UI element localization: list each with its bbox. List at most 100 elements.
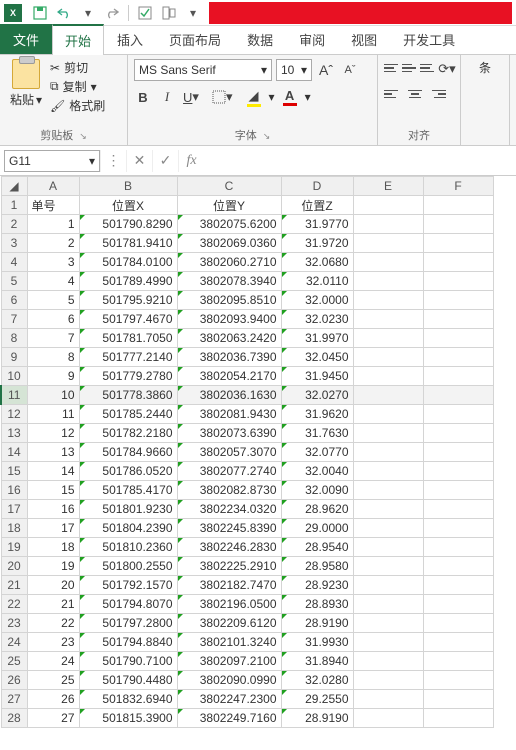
cell[interactable]: 501797.4670: [79, 310, 177, 329]
row-header[interactable]: 2: [1, 215, 27, 234]
underline-button[interactable]: U▾: [182, 87, 200, 107]
cell[interactable]: [353, 329, 423, 348]
select-all-corner[interactable]: ◢: [1, 177, 27, 196]
row-header[interactable]: 7: [1, 310, 27, 329]
cell[interactable]: 3802225.2910: [177, 557, 281, 576]
cell[interactable]: [353, 557, 423, 576]
format-painter-button[interactable]: 🖌格式刷: [50, 97, 105, 114]
bold-button[interactable]: B: [134, 87, 152, 107]
tab-developer[interactable]: 开发工具: [390, 24, 468, 54]
cell[interactable]: [423, 481, 493, 500]
cell[interactable]: 3802182.7470: [177, 576, 281, 595]
row-header[interactable]: 26: [1, 671, 27, 690]
cell[interactable]: 7: [27, 329, 79, 348]
cell[interactable]: 12: [27, 424, 79, 443]
cell[interactable]: 14: [27, 462, 79, 481]
row-header[interactable]: 6: [1, 291, 27, 310]
cell[interactable]: 31.9720: [281, 234, 353, 253]
row-header[interactable]: 14: [1, 443, 27, 462]
borders-button[interactable]: ▾: [212, 87, 233, 107]
cell[interactable]: 25: [27, 671, 79, 690]
cell[interactable]: [423, 519, 493, 538]
cell[interactable]: 501784.9660: [79, 443, 177, 462]
row-header[interactable]: 27: [1, 690, 27, 709]
cell[interactable]: 位置Y: [177, 196, 281, 215]
cell[interactable]: 32.0450: [281, 348, 353, 367]
cell[interactable]: 3802054.2170: [177, 367, 281, 386]
cell[interactable]: 32.0000: [281, 291, 353, 310]
cell[interactable]: 501789.4990: [79, 272, 177, 291]
name-box[interactable]: G11▾: [4, 150, 100, 172]
qat-touch-icon[interactable]: [159, 3, 179, 23]
row-header[interactable]: 10: [1, 367, 27, 386]
cell[interactable]: 501790.4480: [79, 671, 177, 690]
cell[interactable]: 3802245.8390: [177, 519, 281, 538]
cell[interactable]: 501790.8290: [79, 215, 177, 234]
cell[interactable]: 32.0270: [281, 386, 353, 405]
cell[interactable]: 27: [27, 709, 79, 728]
cell[interactable]: 8: [27, 348, 79, 367]
cell[interactable]: 501804.2390: [79, 519, 177, 538]
font-size-select[interactable]: 10▾: [276, 59, 312, 81]
cell[interactable]: 28.8930: [281, 595, 353, 614]
cell[interactable]: 501785.4170: [79, 481, 177, 500]
cell[interactable]: [423, 196, 493, 215]
fill-color-button[interactable]: ◢: [245, 87, 263, 107]
align-top-icon[interactable]: [384, 59, 398, 77]
cell[interactable]: 28.9580: [281, 557, 353, 576]
cell[interactable]: 3802246.2830: [177, 538, 281, 557]
cell[interactable]: 13: [27, 443, 79, 462]
cell[interactable]: 501779.2780: [79, 367, 177, 386]
cell[interactable]: 单号: [27, 196, 79, 215]
cell[interactable]: [353, 576, 423, 595]
cell[interactable]: [423, 500, 493, 519]
paste-button[interactable]: 粘贴▾: [6, 59, 46, 114]
cell[interactable]: [423, 310, 493, 329]
decrease-font-icon[interactable]: Aˇ: [340, 60, 360, 80]
cell[interactable]: [423, 234, 493, 253]
cell[interactable]: 28.9190: [281, 614, 353, 633]
cell[interactable]: 32.0040: [281, 462, 353, 481]
cell[interactable]: 501800.2550: [79, 557, 177, 576]
cell[interactable]: 501777.2140: [79, 348, 177, 367]
cell[interactable]: 501815.3900: [79, 709, 177, 728]
spreadsheet-grid[interactable]: ◢ A B C D E F 1单号位置X位置Y位置Z21501790.82903…: [0, 176, 494, 728]
cell[interactable]: 32.0770: [281, 443, 353, 462]
cell[interactable]: 29.0000: [281, 519, 353, 538]
cell[interactable]: 501832.6940: [79, 690, 177, 709]
cell[interactable]: 3802063.2420: [177, 329, 281, 348]
cell[interactable]: 3802060.2710: [177, 253, 281, 272]
cell[interactable]: [353, 652, 423, 671]
name-box-menu-icon[interactable]: ⋮: [100, 150, 126, 172]
align-left-icon[interactable]: [384, 85, 402, 103]
cell[interactable]: 3802093.9400: [177, 310, 281, 329]
conditional-formatting-button[interactable]: 条: [467, 59, 503, 76]
cell[interactable]: 501810.2360: [79, 538, 177, 557]
cell[interactable]: [423, 595, 493, 614]
row-header[interactable]: 11: [1, 386, 27, 405]
align-bottom-icon[interactable]: [420, 59, 434, 77]
cell[interactable]: [353, 709, 423, 728]
save-icon[interactable]: [30, 3, 50, 23]
undo-icon[interactable]: [54, 3, 74, 23]
cell[interactable]: [353, 215, 423, 234]
redo-icon[interactable]: [102, 3, 122, 23]
cell[interactable]: [353, 405, 423, 424]
cut-button[interactable]: ✂剪切: [50, 59, 105, 76]
row-header[interactable]: 28: [1, 709, 27, 728]
cell[interactable]: [353, 348, 423, 367]
cell[interactable]: 501797.2800: [79, 614, 177, 633]
row-header[interactable]: 17: [1, 500, 27, 519]
cell[interactable]: 3802249.7160: [177, 709, 281, 728]
cell[interactable]: 28.9540: [281, 538, 353, 557]
cell[interactable]: 28.9620: [281, 500, 353, 519]
cell[interactable]: 501790.7100: [79, 652, 177, 671]
cell[interactable]: [423, 405, 493, 424]
cell[interactable]: [353, 367, 423, 386]
copy-button[interactable]: ⧉复制 ▾: [50, 78, 105, 95]
cell[interactable]: [353, 386, 423, 405]
tab-review[interactable]: 审阅: [286, 24, 338, 54]
cell[interactable]: [423, 671, 493, 690]
cell[interactable]: [353, 671, 423, 690]
insert-function-icon[interactable]: fx: [178, 150, 204, 172]
